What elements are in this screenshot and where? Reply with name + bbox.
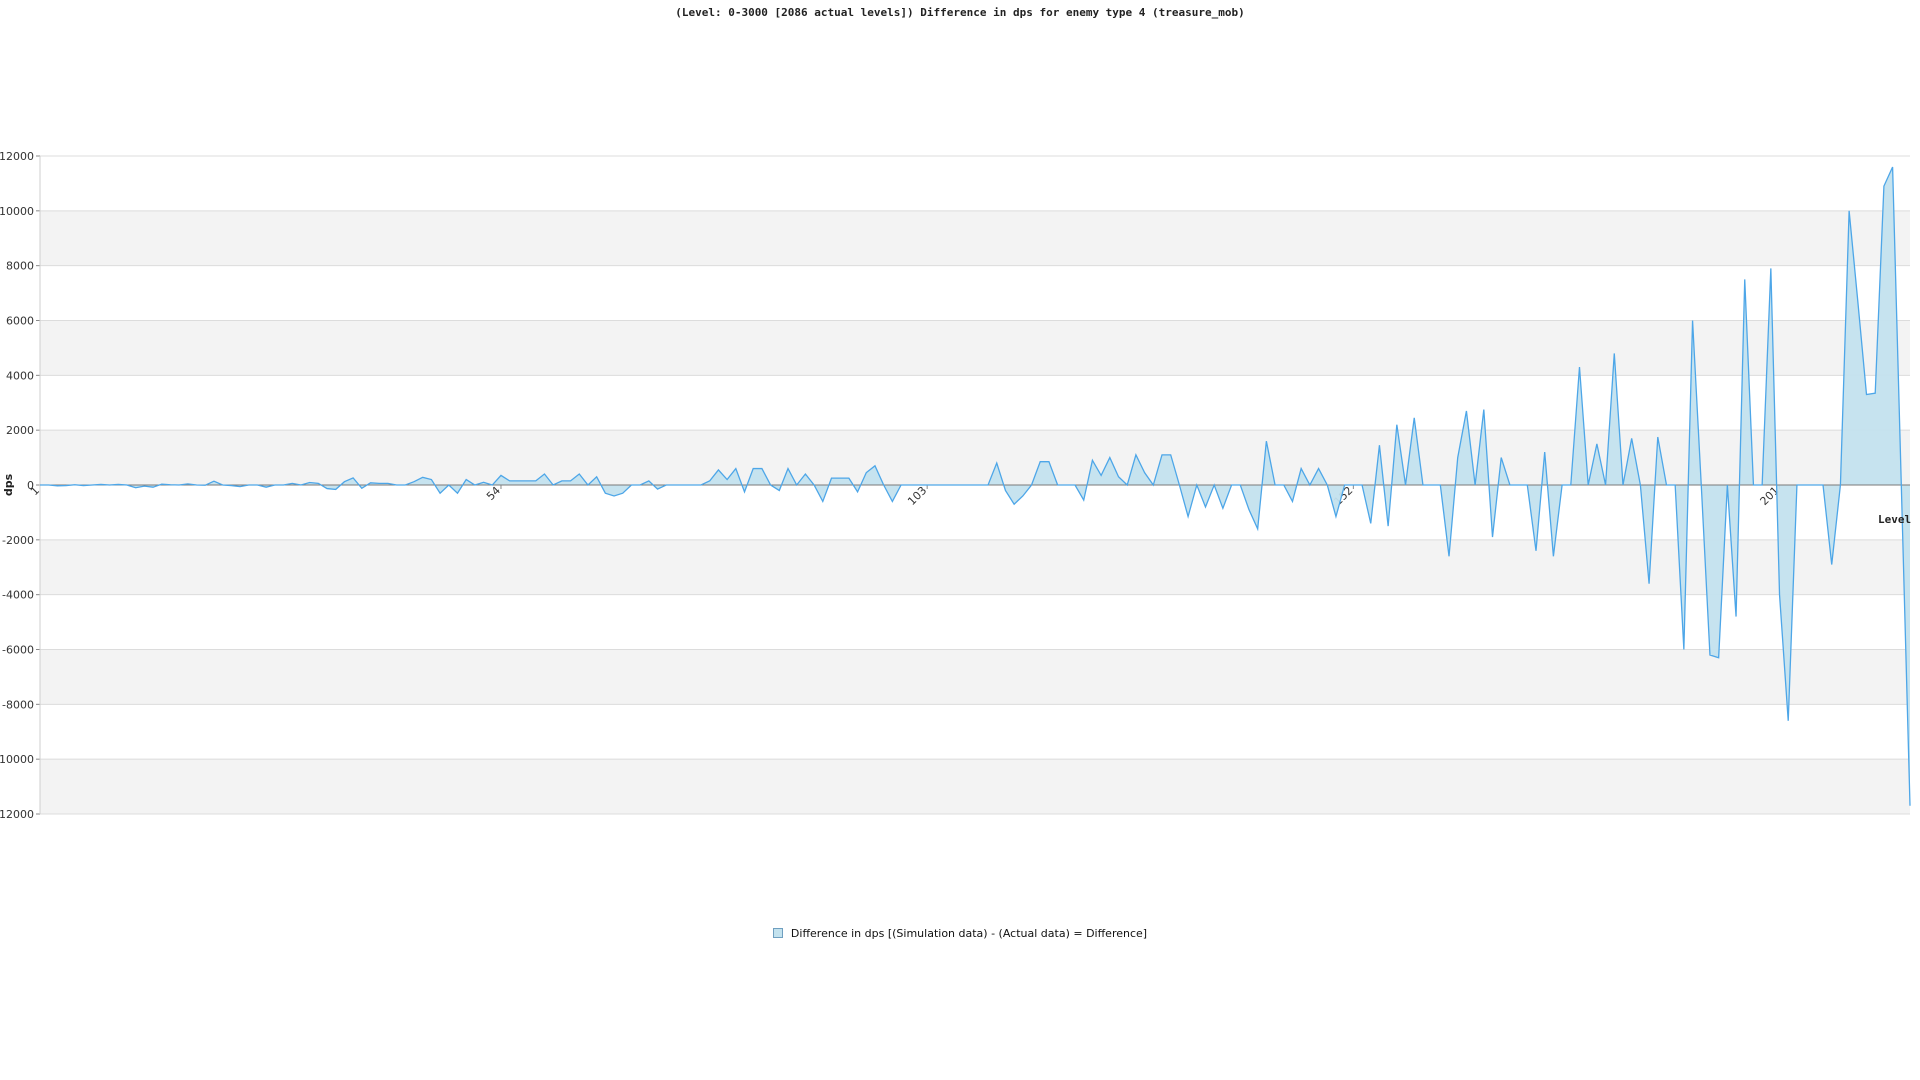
y-tick-label: -8000 <box>2 698 34 711</box>
grid-band <box>40 320 1910 376</box>
grid-band <box>40 759 1910 814</box>
x-axis-label: Level <box>1878 513 1911 526</box>
y-tick-label: -12000 <box>0 808 34 821</box>
y-axis-label: dps <box>2 473 15 496</box>
chart-plot: -12000-10000-8000-6000-4000-200002000400… <box>0 150 1911 821</box>
grid-band <box>40 265 1910 321</box>
legend-swatch <box>772 928 783 938</box>
grid-band <box>40 210 1910 266</box>
grid-band <box>40 649 1910 705</box>
y-tick-label: -10000 <box>0 753 34 766</box>
legend-label: Difference in dps [(Simulation data) - (… <box>790 927 1148 940</box>
grid-band <box>40 594 1910 650</box>
y-tick-label: 6000 <box>6 315 34 328</box>
y-tick-label: -2000 <box>2 534 34 547</box>
grid-band <box>40 375 1910 431</box>
grid-band <box>40 485 1910 540</box>
y-tick-label: -4000 <box>2 589 34 602</box>
y-tick-label: 12000 <box>0 150 34 163</box>
grid-band <box>40 156 1910 211</box>
y-tick-label: 2000 <box>6 424 34 437</box>
y-tick-label: 4000 <box>6 369 34 382</box>
legend: Difference in dps [(Simulation data) - (… <box>0 927 1920 940</box>
y-tick-label: 10000 <box>0 205 34 218</box>
grid-band <box>40 539 1910 595</box>
y-tick-label: -6000 <box>2 644 34 657</box>
y-tick-label: 8000 <box>6 260 34 273</box>
grid-band <box>40 704 1910 760</box>
